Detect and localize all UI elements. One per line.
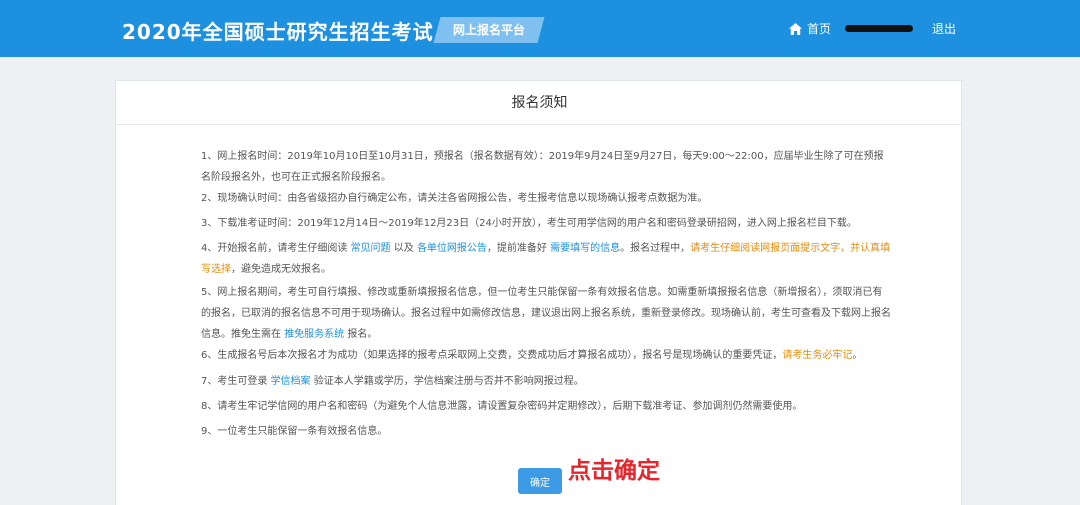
notice-item-9: 9、一位考生只能保留一条有效报名信息。 xyxy=(201,426,388,437)
notice-4-text-a: 4、开始报名前，请考生仔细阅读 xyxy=(201,243,348,254)
confirm-button[interactable]: 确定 xyxy=(518,468,562,494)
notice-7-text-b: 验证本人学籍或学历，学信档案注册与否并不影响网报过程。 xyxy=(313,376,584,387)
notice-7-text-a: 7、考生可登录 xyxy=(201,376,268,387)
notice-item-7: 7、考生可登录 学信档案 验证本人学籍或学历，学信档案注册与否并不影响网报过程。 xyxy=(201,371,891,392)
logout-link[interactable]: 退出 xyxy=(932,20,956,37)
notice-item-2: 2、现场确认时间：由各省级招办自行确定公布，请关注各省网报公告，考生报考信息以现… xyxy=(201,193,708,204)
site-title: 2020年全国硕士研究生招生考试 xyxy=(122,20,434,44)
required-info-link[interactable]: 需要填写的信息 xyxy=(550,243,620,254)
platform-badge: 网上报名平台 xyxy=(433,17,545,43)
notice-item-3: 3、下载准考证时间：2019年12月14日～2019年12月23日（24小时开放… xyxy=(201,218,857,229)
notice-4-text-e: ，避免造成无效报名。 xyxy=(231,264,331,275)
notice-5-text-b: 报名。 xyxy=(347,329,378,340)
notice-6-warning: 请考生务必牢记 xyxy=(782,350,853,361)
unit-notice-link[interactable]: 各单位网报公告 xyxy=(417,243,487,254)
notice-4-text-c: ，提前准备好 xyxy=(486,243,547,254)
notice-item-6: 6、生成报名号后本次报名才为成功（如果选择的报考点采取网上交费，交费成功后才算报… xyxy=(201,345,891,366)
username-redacted xyxy=(845,25,913,32)
platform-badge-label: 网上报名平台 xyxy=(452,23,525,37)
home-link[interactable]: 首页 xyxy=(789,20,831,37)
notice-item-8: 8、请考生牢记学信网的用户名和密码（为避免个人信息泄露，请设置复杂密码并定期修改… xyxy=(201,401,803,412)
top-header: 2020年全国硕士研究生招生考试 网上报名平台 首页 退出 xyxy=(0,0,1080,57)
notice-panel: 报名须知 1、网上报名时间：2019年10月10日至10月31日，预报名（报名数… xyxy=(115,80,963,505)
faq-link[interactable]: 常见问题 xyxy=(351,243,391,254)
notice-item-5: 5、网上报名期间，考生可自行填报、修改或重新填报报名信息，但一位考生只能保留一条… xyxy=(201,282,891,345)
notice-6-text-a: 6、生成报名号后本次报名才为成功（如果选择的报考点采取网上交费，交费成功后才算报… xyxy=(201,350,783,361)
notice-4-text-b: 以及 xyxy=(393,243,414,254)
panel-title: 报名须知 xyxy=(116,81,963,125)
click-confirm-annotation: 点击确定 xyxy=(568,458,660,484)
home-link-label: 首页 xyxy=(807,22,832,36)
recommendation-system-link[interactable]: 推免服务系统 xyxy=(284,329,344,340)
notice-item-1: 1、网上报名时间：2019年10月10日至10月31日，预报名（报名数据有效）：… xyxy=(201,151,884,183)
notice-6-text-b: 。 xyxy=(852,350,863,361)
notice-item-4: 4、开始报名前，请考生仔细阅读 常见问题 以及 各单位网报公告，提前准备好 需要… xyxy=(201,238,891,280)
notice-4-text-d: 。报名过程中， xyxy=(620,243,691,254)
chsi-archive-link[interactable]: 学信档案 xyxy=(271,376,311,387)
home-icon xyxy=(789,22,802,35)
